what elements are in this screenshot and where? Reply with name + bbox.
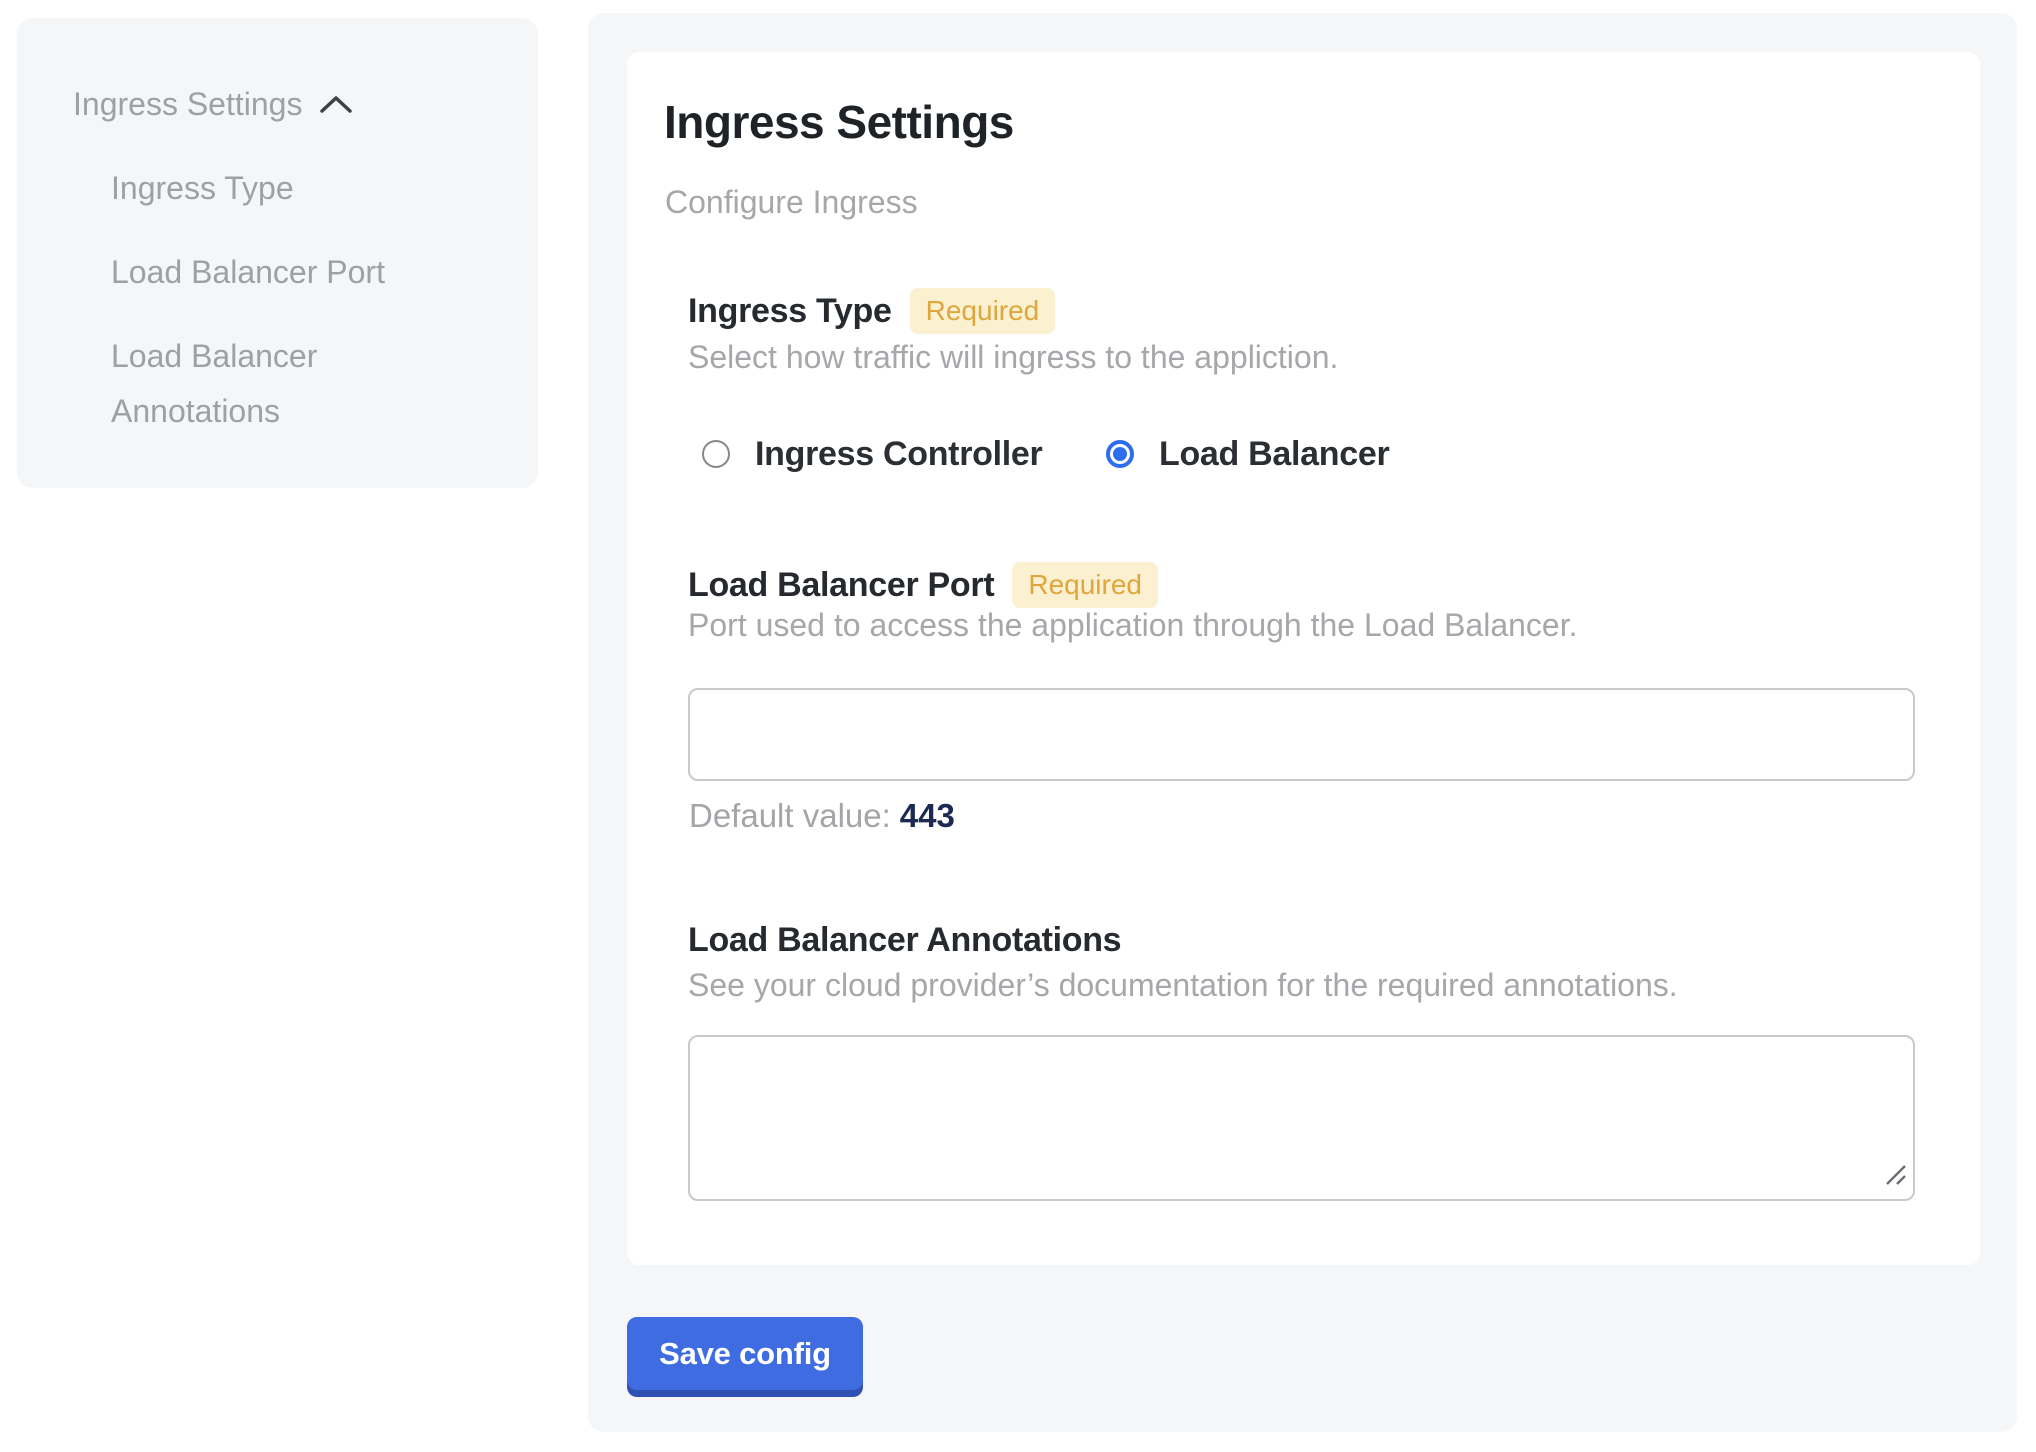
required-badge: Required <box>1012 562 1158 608</box>
required-badge: Required <box>910 288 1056 334</box>
load-balancer-port-description: Port used to access the application thro… <box>688 607 1577 644</box>
load-balancer-annotations-label: Load Balancer Annotations <box>688 921 1121 960</box>
save-config-button[interactable]: Save config <box>627 1317 863 1390</box>
annotations-textarea-wrap <box>688 1035 1915 1201</box>
ingress-type-label: Ingress Type <box>688 292 892 331</box>
settings-panel: Ingress Settings Configure Ingress Ingre… <box>588 13 2017 1432</box>
radio-option-ingress-controller[interactable]: Ingress Controller <box>702 433 1042 475</box>
load-balancer-annotations-heading-row: Load Balancer Annotations <box>688 921 1121 960</box>
load-balancer-port-input[interactable] <box>688 688 1915 781</box>
load-balancer-annotations-description: See your cloud provider’s documentation … <box>688 967 1678 1004</box>
chevron-up-icon <box>318 93 354 115</box>
sidebar-section-ingress-settings[interactable]: Ingress Settings <box>73 76 354 132</box>
radio-button-icon[interactable] <box>1106 440 1134 468</box>
radio-option-load-balancer[interactable]: Load Balancer <box>1106 433 1389 475</box>
default-value-label: Default value: <box>689 797 891 834</box>
settings-nav-sidebar: Ingress Settings Ingress Type Load Balan… <box>17 18 538 488</box>
page-title: Ingress Settings <box>664 95 1014 149</box>
ingress-settings-card: Ingress Settings Configure Ingress Ingre… <box>627 52 1980 1265</box>
sidebar-item-load-balancer-annotations[interactable]: Load Balancer Annotations <box>111 329 461 439</box>
radio-button-icon[interactable] <box>702 440 730 468</box>
default-value-row: Default value:443 <box>689 797 955 835</box>
radio-option-label: Ingress Controller <box>755 435 1042 474</box>
ingress-type-heading-row: Ingress Type Required <box>688 288 1055 334</box>
default-value: 443 <box>900 797 955 834</box>
load-balancer-annotations-textarea[interactable] <box>688 1035 1915 1201</box>
sidebar-item-load-balancer-port[interactable]: Load Balancer Port <box>111 245 461 300</box>
ingress-type-description: Select how traffic will ingress to the a… <box>688 339 1338 376</box>
page-subtitle: Configure Ingress <box>665 184 918 221</box>
sidebar-items: Ingress Type Load Balancer Port Load Bal… <box>73 161 498 439</box>
load-balancer-port-label: Load Balancer Port <box>688 566 994 605</box>
radio-option-label: Load Balancer <box>1159 435 1389 474</box>
load-balancer-port-heading-row: Load Balancer Port Required <box>688 562 1158 608</box>
sidebar-section-label: Ingress Settings <box>73 76 302 132</box>
sidebar-item-ingress-type[interactable]: Ingress Type <box>111 161 461 216</box>
